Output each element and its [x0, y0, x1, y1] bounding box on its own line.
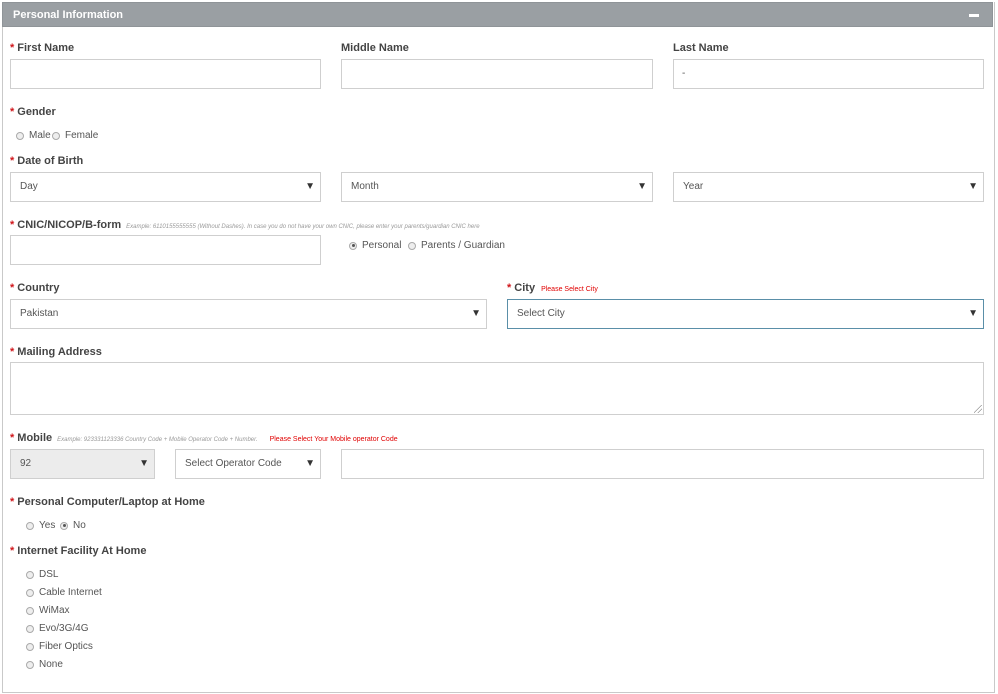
country-label: * Country — [10, 282, 60, 294]
chevron-down-icon: ▼ — [305, 458, 315, 469]
collapse-icon[interactable] — [969, 14, 979, 17]
radio-checked-icon — [60, 521, 68, 530]
mobile-label: * Mobile Example: 923331123336 Country Cod… — [10, 432, 398, 444]
first-name-input[interactable] — [10, 59, 321, 89]
radio-icon — [16, 131, 24, 140]
city-select[interactable]: Select City ▼ — [507, 299, 984, 329]
last-name-input[interactable]: - — [673, 59, 984, 89]
city-label: * City Please Select City — [507, 282, 598, 294]
dob-year-select[interactable]: Year ▼ — [673, 172, 984, 202]
internet-radio-none[interactable]: None — [26, 659, 63, 670]
radio-icon — [26, 570, 34, 579]
personal-information-panel — [2, 2, 995, 693]
internet-radio-wimax[interactable]: WiMax — [26, 605, 70, 616]
chevron-down-icon: ▼ — [968, 181, 978, 192]
last-name-label: Last Name — [673, 42, 729, 54]
gender-radio-male[interactable]: Male — [16, 130, 51, 141]
chevron-down-icon: ▼ — [139, 458, 149, 469]
chevron-down-icon: ▼ — [968, 308, 978, 319]
middle-name-label: Middle Name — [341, 42, 409, 54]
mobile-operator-select[interactable]: Select Operator Code ▼ — [175, 449, 321, 479]
dob-month-select[interactable]: Month ▼ — [341, 172, 653, 202]
middle-name-input[interactable] — [341, 59, 653, 89]
dob-day-select[interactable]: Day ▼ — [10, 172, 321, 202]
chevron-down-icon: ▼ — [305, 181, 315, 192]
radio-icon — [26, 660, 34, 669]
gender-label: * Gender — [10, 106, 56, 118]
resize-grip-icon[interactable] — [974, 405, 982, 413]
radio-icon — [26, 624, 34, 633]
cnic-radio-personal[interactable]: Personal — [349, 240, 401, 251]
internet-radio-cable[interactable]: Cable Internet — [26, 587, 102, 598]
chevron-down-icon: ▼ — [637, 181, 647, 192]
panel-header: Personal Information — [2, 2, 993, 27]
internet-label: * Internet Facility At Home — [10, 545, 147, 557]
cnic-input[interactable] — [10, 235, 321, 265]
mailing-address-textarea[interactable] — [10, 362, 984, 415]
radio-checked-icon — [349, 241, 357, 250]
mobile-number-input[interactable] — [341, 449, 984, 479]
radio-icon — [26, 588, 34, 597]
chevron-down-icon: ▼ — [471, 308, 481, 319]
mobile-error: Please Select Your Mobile operator Code — [269, 436, 398, 443]
city-error: Please Select City — [541, 286, 598, 293]
mobile-country-code-select[interactable]: 92 ▼ — [10, 449, 155, 479]
cnic-hint: Example: 6110155555555 (Without Dashes).… — [126, 224, 480, 230]
cnic-label: * CNIC/NICOP/B-form Example: 6110155555555… — [10, 219, 480, 231]
radio-icon — [26, 642, 34, 651]
mailing-address-label: * Mailing Address — [10, 346, 102, 358]
country-select[interactable]: Pakistan ▼ — [10, 299, 487, 329]
internet-radio-dsl[interactable]: DSL — [26, 569, 58, 580]
dob-label: * Date of Birth — [10, 155, 84, 167]
internet-radio-evo[interactable]: Evo/3G/4G — [26, 623, 88, 634]
radio-icon — [408, 241, 416, 250]
cnic-radio-guardian[interactable]: Parents / Guardian — [408, 240, 505, 251]
radio-icon — [26, 606, 34, 615]
radio-icon — [52, 131, 60, 140]
computer-radio-no[interactable]: No — [60, 520, 86, 531]
panel-title: Personal Information — [13, 9, 124, 21]
first-name-label: * First Name — [10, 42, 75, 54]
internet-radio-fiber[interactable]: Fiber Optics — [26, 641, 93, 652]
radio-icon — [26, 521, 34, 530]
computer-label: * Personal Computer/Laptop at Home — [10, 496, 205, 508]
computer-radio-yes[interactable]: Yes — [26, 520, 55, 531]
mobile-hint: Example: 923331123336 Country Code + Mob… — [57, 437, 258, 443]
gender-radio-female[interactable]: Female — [52, 130, 98, 141]
